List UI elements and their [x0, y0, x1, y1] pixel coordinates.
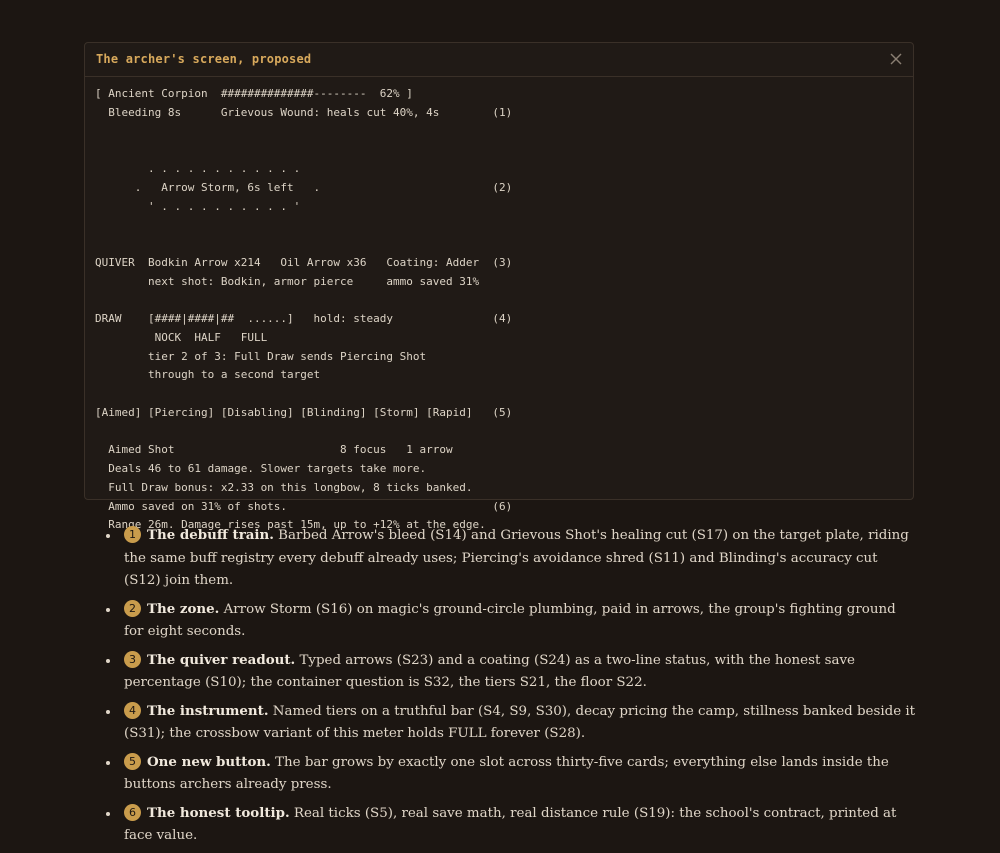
note-item: 5 One new button. The bar grows by exactl…	[106, 751, 916, 797]
screen-line	[95, 235, 512, 254]
screen-line: Ammo saved on 31% of shots. (6)	[95, 499, 513, 513]
note-number-badge: 6	[124, 803, 141, 821]
note-number-badge: 2	[124, 599, 141, 617]
screen-line	[95, 423, 512, 442]
note-item: 2 The zone. Arrow Storm (S16) on magic's …	[106, 598, 916, 644]
screen-line: DRAW [####|####|## ......] hold: steady …	[95, 312, 513, 325]
screen-line	[95, 141, 512, 160]
screen-line: through to a second target	[95, 368, 321, 382]
note-title: The quiver readout.	[147, 651, 296, 668]
screen-line: QUIVER Bodkin Arrow x214 Oil Arrow x36 C…	[95, 255, 513, 269]
screen-line: . . . . . . . . . . . .	[95, 162, 301, 175]
note-item: 4 The instrument. Named tiers on a truthf…	[106, 700, 916, 746]
ascii-game-screen: [ Ancient Corpion ##############--------…	[95, 85, 512, 535]
screen-line: [Aimed] [Piercing] [Disabling] [Blinding…	[95, 405, 513, 419]
screen-line	[95, 385, 512, 404]
panel-title: The archer's screen, proposed	[96, 52, 312, 66]
note-title: One new button.	[147, 753, 271, 770]
note-item: 6 The honest tooltip. Real ticks (S5), re…	[106, 802, 916, 848]
screen-line: [ Ancient Corpion ##############--------…	[95, 87, 413, 100]
close-icon	[890, 53, 902, 65]
note-title: The debuff train.	[147, 527, 274, 543]
screen-line	[95, 291, 512, 310]
panel-header: The archer's screen, proposed	[85, 43, 913, 77]
screen-line: Full Draw bonus: x2.33 on this longbow, …	[95, 480, 473, 494]
note-title: The instrument.	[147, 702, 269, 719]
note-number-badge: 5	[124, 752, 141, 770]
note-item: 3 The quiver readout. Typed arrows (S23) …	[106, 649, 916, 695]
screen-line	[95, 123, 512, 142]
screen-line: . Arrow Storm, 6s left . (2)	[95, 180, 513, 194]
note-text: Arrow Storm (S16) on magic's ground-circ…	[124, 601, 896, 640]
note-item: 1 The debuff train. Barbed Arrow's bleed …	[106, 524, 916, 593]
screen-line: tier 2 of 3: Full Draw sends Piercing Sh…	[95, 349, 427, 363]
note-number-badge: 4	[124, 701, 141, 719]
screen-line: Bleeding 8s Grievous Wound: heals cut 40…	[95, 105, 513, 119]
screen-line	[95, 216, 512, 235]
screen-line: NOCK HALF FULL	[95, 330, 268, 344]
note-title: The honest tooltip.	[147, 804, 290, 821]
archer-screen-panel: The archer's screen, proposed [ Ancient …	[84, 42, 914, 531]
note-number-badge: 1	[124, 526, 141, 543]
note-title: The zone.	[147, 600, 220, 617]
close-button[interactable]	[887, 50, 905, 68]
screen-line: Aimed Shot 8 focus 1 arrow	[95, 443, 453, 457]
notes-list: 1 The debuff train. Barbed Arrow's bleed …	[106, 524, 916, 853]
screen-line: Deals 46 to 61 damage. Slower targets ta…	[95, 462, 427, 475]
note-number-badge: 3	[124, 650, 141, 668]
screen-line: next shot: Bodkin, armor pierce ammo sav…	[95, 274, 480, 288]
screen-line: ' . . . . . . . . . . '	[95, 199, 301, 213]
